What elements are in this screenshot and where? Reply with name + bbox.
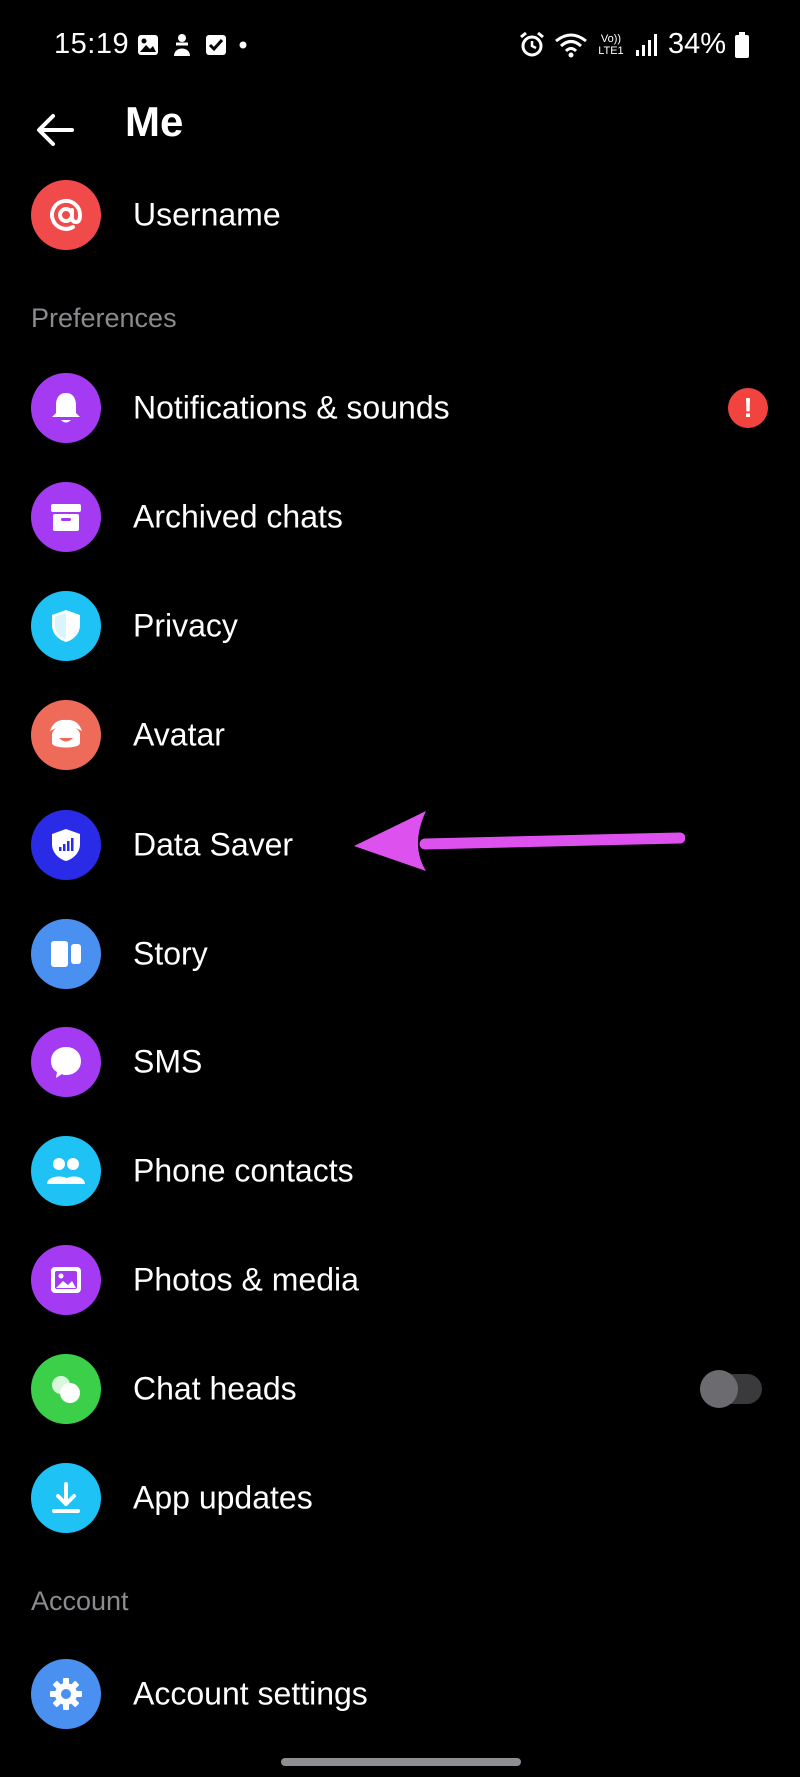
status-system-icons: Vo)) LTE1 34% <box>518 28 750 61</box>
wifi-icon <box>555 33 587 57</box>
messenger-app-icon <box>174 34 190 56</box>
menu-item-avatar[interactable]: Avatar <box>0 685 800 785</box>
home-indicator[interactable] <box>281 1758 521 1766</box>
back-button[interactable] <box>30 105 80 155</box>
chat-bubble-icon <box>31 1027 101 1097</box>
menu-item-label: Avatar <box>133 716 225 753</box>
menu-item-account-settings[interactable]: Account settings <box>0 1644 800 1744</box>
menu-item-label: Privacy <box>133 607 238 644</box>
alert-badge-icon: ! <box>728 388 768 428</box>
avatar-face-icon <box>31 700 101 770</box>
menu-item-label: Archived chats <box>133 498 343 535</box>
checkbox-icon <box>206 35 226 55</box>
photo-icon <box>31 1245 101 1315</box>
section-header-preferences: Preferences <box>31 303 177 333</box>
menu-item-label: Notifications & sounds <box>133 389 450 426</box>
status-bar: 15:19 Vo)) LTE1 34% <box>0 0 800 90</box>
menu-item-app-updates[interactable]: App updates <box>0 1448 800 1548</box>
bell-icon <box>31 373 101 443</box>
menu-item-label: SMS <box>133 1043 203 1080</box>
menu-item-label: Photos & media <box>133 1261 359 1298</box>
page-title: Me <box>125 98 184 145</box>
gallery-icon <box>138 35 158 55</box>
menu-item-privacy[interactable]: Privacy <box>0 576 800 676</box>
menu-item-story[interactable]: Story <box>0 904 800 1004</box>
menu-item-label: Phone contacts <box>133 1152 354 1189</box>
back-arrow-icon <box>37 114 74 146</box>
chat-heads-icon <box>31 1354 101 1424</box>
gear-icon <box>31 1659 101 1729</box>
signal-icon <box>635 33 657 56</box>
menu-item-notifications[interactable]: Notifications & sounds ! <box>0 358 800 458</box>
alarm-icon <box>520 31 544 56</box>
chat-heads-toggle[interactable] <box>700 1370 762 1408</box>
alert-badge-text: ! <box>743 392 753 423</box>
status-notification-icons <box>136 30 248 60</box>
annotation-arrow-icon <box>354 811 685 871</box>
battery-percent: 34% <box>667 28 726 60</box>
menu-item-label: App updates <box>133 1479 313 1516</box>
section-header-account: Account <box>31 1586 129 1616</box>
shield-icon <box>31 591 101 661</box>
menu-item-chat-heads[interactable]: Chat heads <box>0 1339 800 1439</box>
menu-item-sms[interactable]: SMS <box>0 1012 800 1112</box>
people-icon <box>31 1136 101 1206</box>
menu-item-label: Story <box>133 935 208 972</box>
battery-icon <box>735 31 749 58</box>
menu-item-photos-media[interactable]: Photos & media <box>0 1230 800 1330</box>
data-shield-icon <box>31 810 101 880</box>
menu-item-username[interactable]: Username <box>0 165 800 265</box>
download-icon <box>31 1463 101 1533</box>
menu-item-label: Chat heads <box>133 1370 297 1407</box>
toggle-knob <box>700 1370 738 1408</box>
menu-item-label: Account settings <box>133 1675 368 1712</box>
menu-item-label: Data Saver <box>133 826 294 863</box>
at-sign-icon <box>31 180 101 250</box>
status-time: 15:19 <box>54 28 130 60</box>
menu-item-phone-contacts[interactable]: Phone contacts <box>0 1121 800 1221</box>
network-type-label: Vo)) LTE1 <box>598 32 624 57</box>
dot-icon <box>239 41 247 49</box>
story-icon <box>31 919 101 989</box>
archive-icon <box>31 482 101 552</box>
menu-item-archived-chats[interactable]: Archived chats <box>0 467 800 567</box>
menu-item-label: Username <box>133 196 281 233</box>
